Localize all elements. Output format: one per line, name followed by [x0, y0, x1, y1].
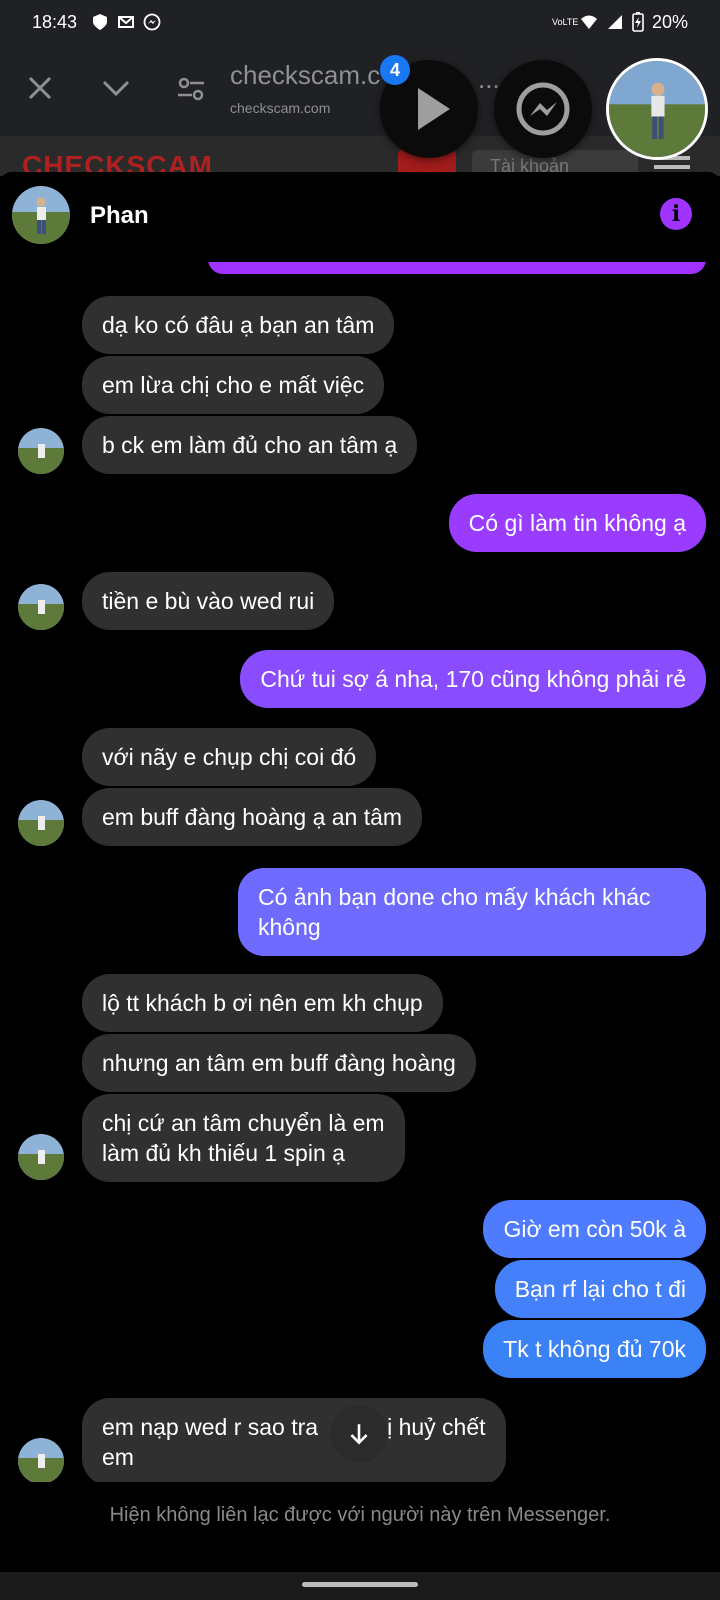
message-bubble-outgoing[interactable]: Tk t không đủ 70k	[483, 1320, 706, 1378]
status-right: VoLTE 20%	[552, 12, 688, 33]
signal-icon	[607, 15, 622, 29]
sender-avatar[interactable]	[18, 1134, 64, 1180]
message-bubble-incoming[interactable]: b ck em làm đủ cho an tâm ạ	[82, 416, 418, 474]
avatar[interactable]	[12, 186, 70, 244]
messenger-notification-icon	[143, 13, 161, 31]
wifi-icon	[580, 15, 597, 29]
message-line: làm đủ kh thiếu 1 spin ạ	[102, 1140, 345, 1166]
message-bubble-incoming[interactable]: nhưng an tâm em buff đàng hoàng	[82, 1034, 476, 1092]
info-icon[interactable]: i	[660, 198, 692, 230]
shield-icon	[93, 14, 108, 30]
status-time: 18:43	[32, 11, 78, 32]
status-bar: 18:43 VoLTE 20%	[0, 0, 720, 44]
contact-name[interactable]: Phan	[90, 202, 149, 230]
home-handle[interactable]	[302, 1582, 418, 1587]
message-line: chị cứ an tâm chuyển là em	[102, 1110, 385, 1136]
message-line: em	[102, 1444, 134, 1470]
volte-icon: VoLTE	[551, 16, 579, 27]
close-icon[interactable]	[26, 74, 54, 102]
message-bubble-incoming[interactable]: chị cứ an tâm chuyển là em làm đủ kh thi…	[82, 1094, 405, 1182]
message-bubble-outgoing[interactable]: Bạn rf lại cho t đi	[494, 1260, 706, 1318]
messenger-bubble-panel: Phan i dạ ko có đâu ạ bạn an tâm em lừa …	[0, 172, 720, 1572]
page-title: checkscam.c	[230, 60, 380, 90]
sender-avatar[interactable]	[18, 428, 64, 474]
message-bubble-incoming[interactable]: em buff đàng hoàng ạ an tâm	[82, 788, 423, 846]
messenger-icon	[516, 82, 570, 136]
site-settings-icon[interactable]	[176, 74, 206, 104]
gmail-icon	[118, 16, 135, 28]
website-background: CHECKSCAM Tài khoản	[0, 136, 720, 176]
messenger-chat-head[interactable]	[494, 60, 592, 158]
chat-header: Phan i	[0, 172, 720, 262]
message-line: không	[258, 914, 321, 940]
arrow-down-icon	[350, 1424, 368, 1445]
gesture-nav-bar	[0, 1572, 720, 1600]
message-bubble-incoming[interactable]: em lừa chị cho e mất việc	[82, 356, 385, 414]
sender-avatar[interactable]	[18, 1438, 64, 1482]
unread-badge: 4	[380, 55, 410, 85]
unavailable-notice: Hiện không liên lạc được với người này t…	[0, 1484, 720, 1544]
battery-percent: 20%	[651, 11, 688, 32]
notification-icons	[91, 13, 161, 31]
message-bubble-outgoing[interactable]: Chứ tui sợ á nha, 170 cũng không phải rẻ	[240, 650, 706, 708]
message-bubble-incoming[interactable]: với nãy e chụp chị coi đó	[82, 728, 377, 786]
chevron-down-icon[interactable]	[100, 76, 132, 100]
page-url: checkscam.com	[230, 100, 331, 116]
message-bubble-outgoing[interactable]: Có gì làm tin không ạ	[448, 494, 706, 552]
avatar-photo	[12, 186, 70, 244]
sender-avatar[interactable]	[18, 800, 64, 846]
message-line: Có ảnh bạn done cho mấy khách khác	[258, 884, 651, 910]
message-bubble-incoming[interactable]: lộ tt khách b ơi nên em kh chụp	[82, 974, 443, 1032]
sender-avatar[interactable]	[18, 584, 64, 630]
battery-charging-icon	[632, 12, 644, 32]
message-list[interactable]: dạ ko có đâu ạ bạn an tâm em lừa chị cho…	[0, 262, 720, 1482]
message-bubble-incoming[interactable]: em nạp wed r sao tra n chị huỷ chết em	[82, 1398, 506, 1482]
message-bubble-incoming[interactable]: dạ ko có đâu ạ bạn an tâm	[82, 296, 395, 354]
contact-photo	[609, 61, 705, 157]
contact-chat-head[interactable]	[606, 58, 708, 160]
message-line: em nạp wed r sao tra n chị huỷ chết	[102, 1414, 486, 1440]
message-bubble-outgoing[interactable]: Có ảnh bạn done cho mấy khách khác không	[238, 868, 706, 956]
message-bubble-outgoing[interactable]	[208, 262, 706, 274]
scroll-to-bottom-button[interactable]	[330, 1405, 388, 1463]
message-bubble-outgoing[interactable]: Giờ em còn 50k à	[483, 1200, 706, 1258]
message-bubble-incoming[interactable]: tiền e bù vào wed rui	[82, 572, 335, 630]
